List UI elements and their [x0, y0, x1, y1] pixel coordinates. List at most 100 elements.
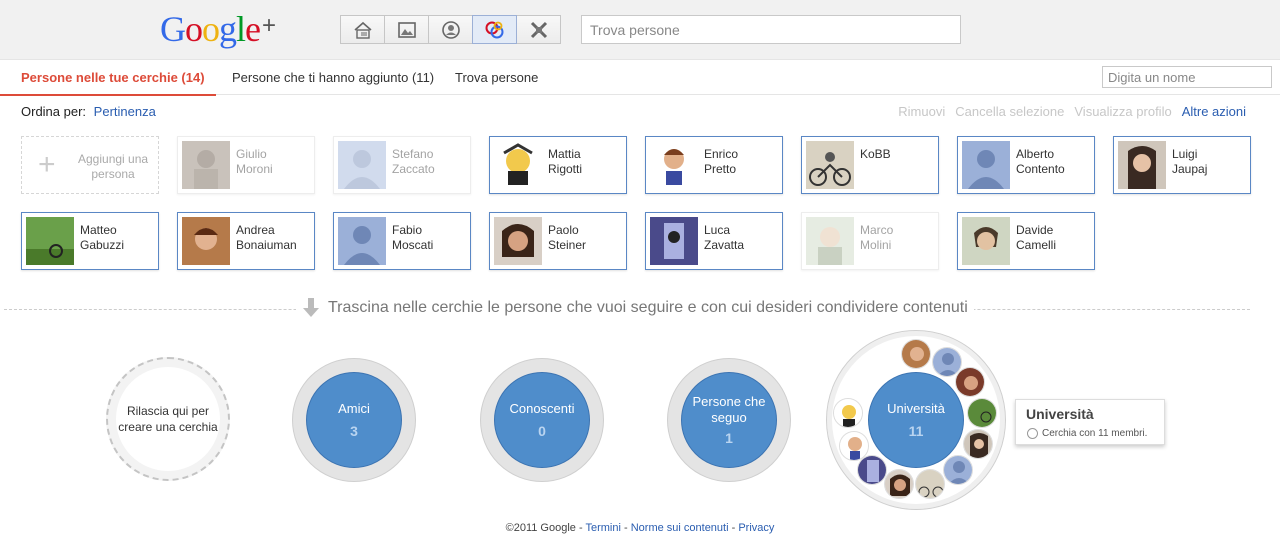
photos-icon [397, 21, 416, 38]
avatar [806, 141, 854, 189]
person-name: Paolo Steiner [548, 223, 587, 252]
add-person-label: Aggiungi una persona [78, 152, 149, 181]
person-name: Luigi Jaupaj [1172, 147, 1208, 176]
nav-games-button[interactable] [516, 15, 561, 44]
circle-amici[interactable]: Amici 3 [292, 358, 416, 482]
member-avatar [839, 431, 869, 461]
footer-separator: - [728, 522, 739, 534]
circle-conoscenti-center: Conoscenti 0 [494, 372, 590, 468]
member-avatar [915, 469, 945, 499]
circle-universita-center: Università 11 [868, 372, 964, 468]
main-nav [340, 15, 561, 44]
plus-icon: + [38, 148, 56, 181]
avatar [806, 217, 854, 265]
profile-icon [441, 20, 460, 39]
clear-selection-action[interactable]: Cancella selezione [955, 104, 1064, 119]
person-card[interactable]: Marco Molini [801, 212, 939, 270]
avatar [650, 217, 698, 265]
person-name: Mattia Rigotti [548, 147, 583, 176]
person-card[interactable]: Enrico Pretto [645, 136, 783, 194]
search-people-input[interactable] [581, 15, 961, 44]
avatar [26, 217, 74, 265]
footer-terms-link[interactable]: Termini [585, 522, 620, 534]
sort-control: Ordina per: Pertinenza [21, 104, 156, 119]
sort-label: Ordina per: [21, 104, 87, 119]
circle-conoscenti[interactable]: Conoscenti 0 [480, 358, 604, 482]
person-card[interactable]: Mattia Rigotti [489, 136, 627, 194]
selection-actions: Rimuovi Cancella selezione Visualizza pr… [898, 104, 1246, 119]
remove-action[interactable]: Rimuovi [898, 104, 945, 119]
avatar [338, 141, 386, 189]
avatar [182, 141, 230, 189]
member-avatar [955, 367, 985, 397]
avatar [494, 217, 542, 265]
avatar [962, 217, 1010, 265]
avatar [1118, 141, 1166, 189]
footer: ©2011 Google - Termini - Norme sui conte… [0, 522, 1280, 534]
tab-people-added-you[interactable]: Persone che ti hanno aggiunto (11) [232, 70, 434, 85]
circle-radio-icon [1027, 428, 1038, 439]
avatar [338, 217, 386, 265]
add-person-card[interactable]: + Aggiungi una persona [21, 136, 159, 194]
games-icon [530, 21, 547, 38]
person-name: Matteo Gabuzzi [80, 223, 125, 252]
person-name: Davide Camelli [1016, 223, 1057, 252]
tooltip-title: Università [1026, 406, 1094, 422]
person-name: Stefano Zaccato [392, 147, 435, 176]
person-card[interactable]: KoBB [801, 136, 939, 194]
member-avatar [901, 339, 931, 369]
circle-amici-center: Amici 3 [306, 372, 402, 468]
more-actions-link[interactable]: Altre azioni [1182, 104, 1246, 119]
circle-persone-che-seguo-center: Persone che seguo 1 [681, 372, 777, 468]
tab-people-in-circles[interactable]: Persone nelle tue cerchie (14) [0, 70, 216, 96]
footer-privacy-link[interactable]: Privacy [738, 522, 774, 534]
member-avatar [833, 398, 863, 428]
new-circle-dropzone[interactable]: Rilascia qui per creare una cerchia [106, 357, 230, 481]
new-circle-label: Rilascia qui per creare una cerchia [116, 367, 220, 471]
person-name: Luca Zavatta [704, 223, 745, 252]
person-card[interactable]: Andrea Bonaiuman [177, 212, 315, 270]
tab-bar: Persone nelle tue cerchie (14) Persone c… [0, 60, 1280, 96]
nav-profile-button[interactable] [428, 15, 473, 44]
sort-value-link[interactable]: Pertinenza [94, 104, 156, 119]
circle-tooltip: Università Cerchia con 11 membri. [1015, 399, 1165, 445]
top-bar: Google+ [0, 0, 1280, 60]
person-card[interactable]: Fabio Moscati [333, 212, 471, 270]
person-name: Fabio Moscati [392, 223, 434, 252]
person-card[interactable]: Giulio Moroni [177, 136, 315, 194]
person-name: Alberto Contento [1016, 147, 1065, 176]
circle-persone-che-seguo[interactable]: Persone che seguo 1 [667, 358, 791, 482]
person-card[interactable]: Luca Zavatta [645, 212, 783, 270]
nav-home-button[interactable] [340, 15, 385, 44]
member-avatar [884, 469, 914, 499]
avatar [962, 141, 1010, 189]
member-avatar [943, 455, 973, 485]
person-card[interactable]: Luigi Jaupaj [1113, 136, 1251, 194]
circle-universita[interactable]: Università 11 [826, 330, 1006, 510]
name-filter-input[interactable] [1102, 66, 1272, 88]
avatar [182, 217, 230, 265]
avatar [650, 141, 698, 189]
nav-photos-button[interactable] [384, 15, 429, 44]
person-card[interactable]: Stefano Zaccato [333, 136, 471, 194]
view-profile-action[interactable]: Visualizza profilo [1074, 104, 1171, 119]
person-card[interactable]: Davide Camelli [957, 212, 1095, 270]
person-card[interactable]: Matteo Gabuzzi [21, 212, 159, 270]
drag-hint: Trascina nelle cerchie le persone che vu… [0, 298, 1250, 322]
person-card[interactable]: Paolo Steiner [489, 212, 627, 270]
member-avatar [963, 429, 993, 459]
drag-hint-text: Trascina nelle cerchie le persone che vu… [328, 299, 968, 316]
google-plus-logo[interactable]: Google+ [160, 8, 276, 50]
footer-copyright: ©2011 Google - [505, 522, 586, 534]
person-name: Enrico Pretto [704, 147, 739, 176]
tooltip-detail: Cerchia con 11 membri. [1042, 428, 1148, 439]
nav-circles-button[interactable] [472, 15, 517, 44]
tab-find-people[interactable]: Trova persone [455, 70, 538, 85]
member-avatar [857, 455, 887, 485]
person-name: Marco Molini [860, 223, 894, 252]
person-card[interactable]: Alberto Contento [957, 136, 1095, 194]
avatar [494, 141, 542, 189]
footer-content-policy-link[interactable]: Norme sui contenuti [631, 522, 729, 534]
person-name: Andrea Bonaiuman [236, 223, 297, 252]
member-avatar [967, 398, 997, 428]
